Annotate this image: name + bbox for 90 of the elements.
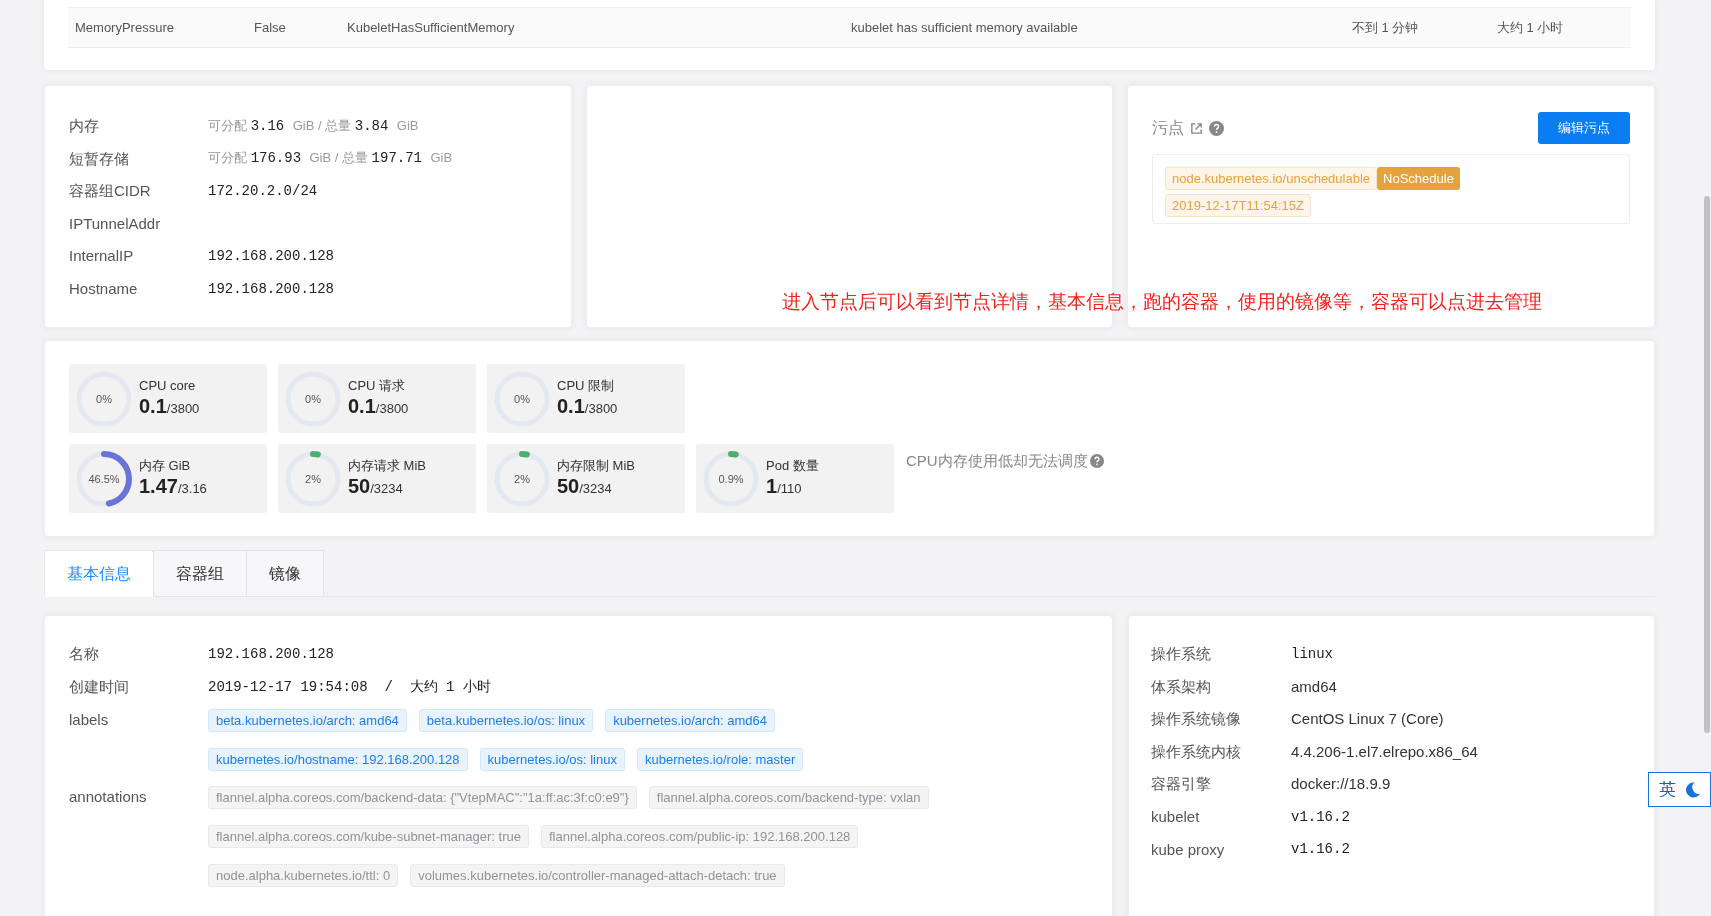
label-tag: kubernetes.io/role: master xyxy=(636,748,804,771)
gauge-percent: 46.5% xyxy=(88,473,120,484)
field-value: 192.168.200.128 xyxy=(208,279,335,299)
metric-label: Pod 数量 xyxy=(766,457,819,475)
section-title: 污点 xyxy=(1152,118,1184,138)
field-label: 操作系统镜像 xyxy=(1151,709,1242,730)
tab[interactable]: 容器组 xyxy=(153,550,247,597)
field-value: CentOS Linux 7 (Core) xyxy=(1291,709,1444,730)
help-icon[interactable] xyxy=(1209,120,1224,136)
metric-value: 0.1/3800 xyxy=(139,394,200,420)
field-value: v1.16.2 xyxy=(1291,840,1350,860)
metric-value: 0.1/3800 xyxy=(557,394,618,420)
metric-label: CPU 限制 xyxy=(557,377,616,395)
field-label: 名称 xyxy=(69,644,100,665)
field-value: amd64 xyxy=(1291,676,1337,697)
tab[interactable]: 镜像 xyxy=(246,550,324,597)
table-cell-text: 不到 1 分钟 xyxy=(1352,18,1420,37)
metric-value: 50/3234 xyxy=(557,474,613,500)
taint-time-tag: 2019-12-17T11:54:15Z xyxy=(1165,194,1312,217)
table-cell-text: kubelet has sufficient memory available xyxy=(851,18,1079,37)
field-label: 内存 xyxy=(69,116,100,137)
label-tag: kubernetes.io/arch: amd64 xyxy=(605,709,776,732)
resource-value: 可分配 176.93 GiB / 总量 197.71 GiB xyxy=(208,149,453,169)
field-label: 容器组CIDR xyxy=(69,181,152,202)
gauge-percent: 0.9% xyxy=(718,473,744,484)
field-label: labels xyxy=(69,710,110,731)
annotation-tag: volumes.kubernetes.io/controller-managed-attach-detach: true xyxy=(410,864,785,887)
table-cell-text: 大约 1 小时 xyxy=(1497,18,1564,37)
field-label: kubelet xyxy=(1151,807,1201,827)
annotation-tag: flannel.alpha.coreos.com/public-ip: 192.168.200.128 xyxy=(540,825,859,848)
edit-taints-button[interactable]: 编辑污点 xyxy=(1538,112,1630,144)
gauge-percent: 0% xyxy=(96,393,112,404)
field-label: 操作系统内核 xyxy=(1151,741,1242,762)
moon-icon xyxy=(1684,780,1701,799)
taint-key-tag: node.kubernetes.io/unschedulable xyxy=(1165,167,1378,190)
metric-label: 内存 GiB xyxy=(139,457,192,475)
metric-label: CPU core xyxy=(139,377,197,395)
annotation-tag: flannel.alpha.coreos.com/kube-subnet-manager: true xyxy=(208,825,529,848)
scrollbar[interactable] xyxy=(1704,196,1710,733)
field-value: v1.16.2 xyxy=(1291,807,1350,827)
gauge-percent: 0% xyxy=(514,393,530,404)
tab[interactable]: 基本信息 xyxy=(44,550,154,597)
metric-label: CPU 请求 xyxy=(348,377,407,395)
field-value: docker://18.9.9 xyxy=(1291,774,1391,795)
input-method-indicator[interactable]: 英 xyxy=(1648,772,1711,807)
metric-value: 1.47/3.16 xyxy=(139,474,207,500)
field-value: 192.168.200.128 xyxy=(208,645,335,664)
annotation-text: 进入节点后可以看到节点详情，基本信息，跑的容器，使用的镜像等，容器可以点进去管理 xyxy=(782,290,1542,314)
gauge-ring xyxy=(702,449,760,508)
label-tag: kubernetes.io/os: linux xyxy=(479,748,625,771)
metric-value: 1/110 xyxy=(766,474,803,500)
field-value: 2019-12-17 19:54:08 / 大约 1 小时 xyxy=(208,678,491,697)
field-value: 172.20.2.0/24 xyxy=(208,182,318,201)
help-icon[interactable] xyxy=(1089,454,1104,469)
metric-value: 50/3234 xyxy=(348,474,404,500)
field-label: 容器引擎 xyxy=(1151,774,1212,795)
field-value: 192.168.200.128 xyxy=(208,247,335,267)
hint-text: CPU内存使用低却无法调度 xyxy=(906,451,1088,471)
taint-effect-tag: NoSchedule xyxy=(1377,167,1460,190)
gauge-ring xyxy=(493,449,551,508)
label-tag: beta.kubernetes.io/arch: amd64 xyxy=(208,709,407,732)
field-label: 创建时间 xyxy=(69,677,130,698)
resource-value: 可分配 3.16 GiB / 总量 3.84 GiB xyxy=(208,116,419,136)
field-label: IPTunnelAddr xyxy=(69,213,162,234)
field-label: kube proxy xyxy=(1151,839,1226,860)
field-label: 操作系统 xyxy=(1151,644,1212,665)
gauge-ring xyxy=(75,449,133,508)
annotation-tag: flannel.alpha.coreos.com/backend-data: {"VtepMAC":"1a:ff:ac:3f:c0:e9"} xyxy=(208,786,637,809)
field-value: 4.4.206-1.el7.elrepo.x86_64 xyxy=(1291,741,1478,762)
label-tag: kubernetes.io/hostname: 192.168.200.128 xyxy=(208,748,468,771)
field-label: InternalIP xyxy=(69,246,135,267)
annotation-tag: flannel.alpha.coreos.com/backend-type: vxlan xyxy=(648,786,929,809)
gauge-percent: 0% xyxy=(305,393,321,404)
field-label: annotations xyxy=(69,787,148,808)
field-label: Hostname xyxy=(69,279,139,299)
gauge-percent: 2% xyxy=(514,473,530,484)
field-label: 短暂存储 xyxy=(69,148,130,169)
table-cell-text: KubeletHasSufficientMemory xyxy=(347,18,516,37)
metric-label: 内存请求 MiB xyxy=(348,457,426,475)
annotation-tag: node.alpha.kubernetes.io/ttl: 0 xyxy=(208,864,399,887)
label-tag: beta.kubernetes.io/os: linux xyxy=(418,709,594,732)
table-cell-text: MemoryPressure xyxy=(74,18,175,37)
metric-value: 0.1/3800 xyxy=(348,394,409,420)
field-label: 体系架构 xyxy=(1151,676,1212,697)
field-value: linux xyxy=(1291,644,1333,664)
metric-label: 内存限制 MiB xyxy=(557,457,635,475)
table-cell-text: False xyxy=(254,18,287,37)
gauge-ring xyxy=(284,449,342,508)
external-link-icon[interactable] xyxy=(1190,121,1203,135)
gauge-percent: 2% xyxy=(305,473,321,484)
